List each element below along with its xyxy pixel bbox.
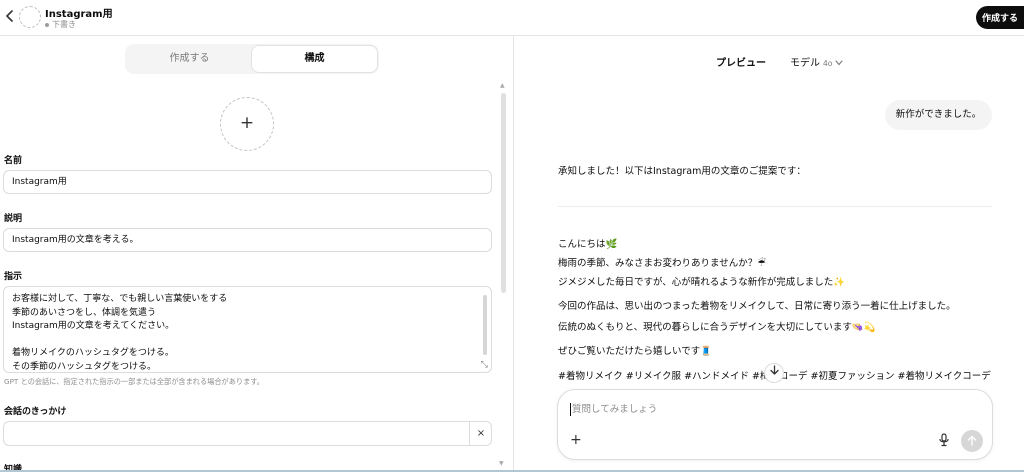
model-selector[interactable]: モデル 4o: [790, 54, 843, 69]
scroll-up-arrow-icon[interactable]: ▲: [500, 82, 505, 89]
instructions-helper: GPT との会話に、指定された指示の一部または全部が含まれる場合があります。: [4, 377, 264, 386]
chevron-left-icon: [6, 10, 13, 22]
microphone-icon[interactable]: [938, 433, 950, 447]
tab-create[interactable]: 作成する: [127, 46, 252, 72]
scroll-to-bottom-button[interactable]: [764, 363, 784, 383]
name-label: 名前: [4, 156, 23, 166]
textarea-scrollbar[interactable]: [483, 295, 487, 355]
instructions-line: [12, 334, 475, 348]
instructions-label: 指示: [4, 272, 23, 282]
create-button[interactable]: 作成する: [976, 6, 1024, 29]
instructions-textarea[interactable]: お客様に対して、丁寧な、でも親しい言葉使いをする 季節のあいさつをし、体調を気遣…: [3, 286, 492, 373]
mode-tabs: 作成する 構成: [125, 44, 379, 74]
send-button[interactable]: [961, 430, 983, 452]
plus-icon: +: [239, 113, 255, 133]
draft-status: 下書き: [45, 19, 76, 30]
gpt-name: Instagram用: [45, 9, 113, 20]
configure-panel: 作成する 構成 + 名前 Instagram用 説明 Instagram用の文章…: [0, 36, 513, 472]
chevron-down-icon: [835, 59, 843, 68]
model-version: 4o: [823, 59, 833, 68]
gpt-avatar[interactable]: [19, 6, 41, 28]
status-dot-icon: [45, 22, 49, 27]
message-divider: [558, 206, 992, 207]
tab-configure[interactable]: 構成: [252, 46, 377, 72]
left-scrollbar-thumb[interactable]: [501, 93, 506, 293]
scroll-down-arrow-icon[interactable]: ▼: [499, 460, 504, 467]
user-message-bubble: 新作ができました。: [885, 100, 992, 130]
instructions-line: 着物リメイクのハッシュタグをつける。: [12, 348, 174, 359]
assistant-message-line: 梅雨の季節、みなさまお変わりありませんか？☔: [558, 258, 766, 269]
assistant-message-line: 伝統のぬくもりと、現代の暮らしに合うデザインを大切にしています👒💫: [558, 322, 876, 333]
avatar-upload-button[interactable]: +: [220, 97, 274, 151]
instructions-line: 季節のあいさつをし、体調を気遣う: [12, 307, 157, 318]
instructions-line: お客様に対して、丁寧な、でも親しい言葉使いをする: [12, 294, 228, 304]
description-input[interactable]: Instagram用の文章を考える。: [3, 228, 492, 252]
attach-plus-icon[interactable]: +: [570, 432, 582, 448]
description-label: 説明: [4, 214, 23, 224]
model-label: モデル: [790, 58, 820, 69]
resize-handle-icon[interactable]: ⤡: [481, 360, 488, 370]
app-header: Instagram用 下書き 作成する: [0, 0, 1024, 36]
close-icon: ×: [476, 428, 486, 439]
conversation-starter-input[interactable]: ×: [3, 421, 492, 446]
back-button[interactable]: [2, 8, 18, 26]
assistant-message-line: ぜひご覧いただけたら嬉しいです🧵: [558, 346, 713, 357]
name-input[interactable]: Instagram用: [3, 170, 492, 194]
assistant-message-line: こんにちは🌿: [558, 239, 618, 250]
assistant-intro: 承知しました！以下はInstagram用の文章のご提案です：: [558, 166, 806, 177]
preview-title: プレビュー: [716, 58, 766, 69]
assistant-message-line: ジメジメした毎日ですが、心が晴れるような新作が完成しました✨: [558, 277, 846, 288]
starter-clear-button[interactable]: ×: [470, 422, 492, 445]
arrow-down-icon: [769, 365, 779, 375]
status-label: 下書き: [52, 20, 76, 29]
assistant-message-line: 今回の作品は、思い出のつまった着物をリメイクして、日常に寄り添う一着に仕上げまし…: [558, 301, 956, 312]
message-input[interactable]: 質問してみましょう: [570, 403, 950, 416]
instructions-line: Instagram用の文章を考えてください。: [12, 321, 175, 332]
conversation-starters-label: 会話のきっかけ: [4, 407, 67, 417]
message-composer: 質問してみましょう +: [557, 389, 993, 460]
preview-panel: プレビュー モデル 4o 新作ができました。 承知しました！以下はInstagr…: [514, 36, 1024, 472]
instructions-line: その季節のハッシュタグをつける。: [12, 361, 157, 372]
arrow-up-icon: [967, 435, 977, 446]
